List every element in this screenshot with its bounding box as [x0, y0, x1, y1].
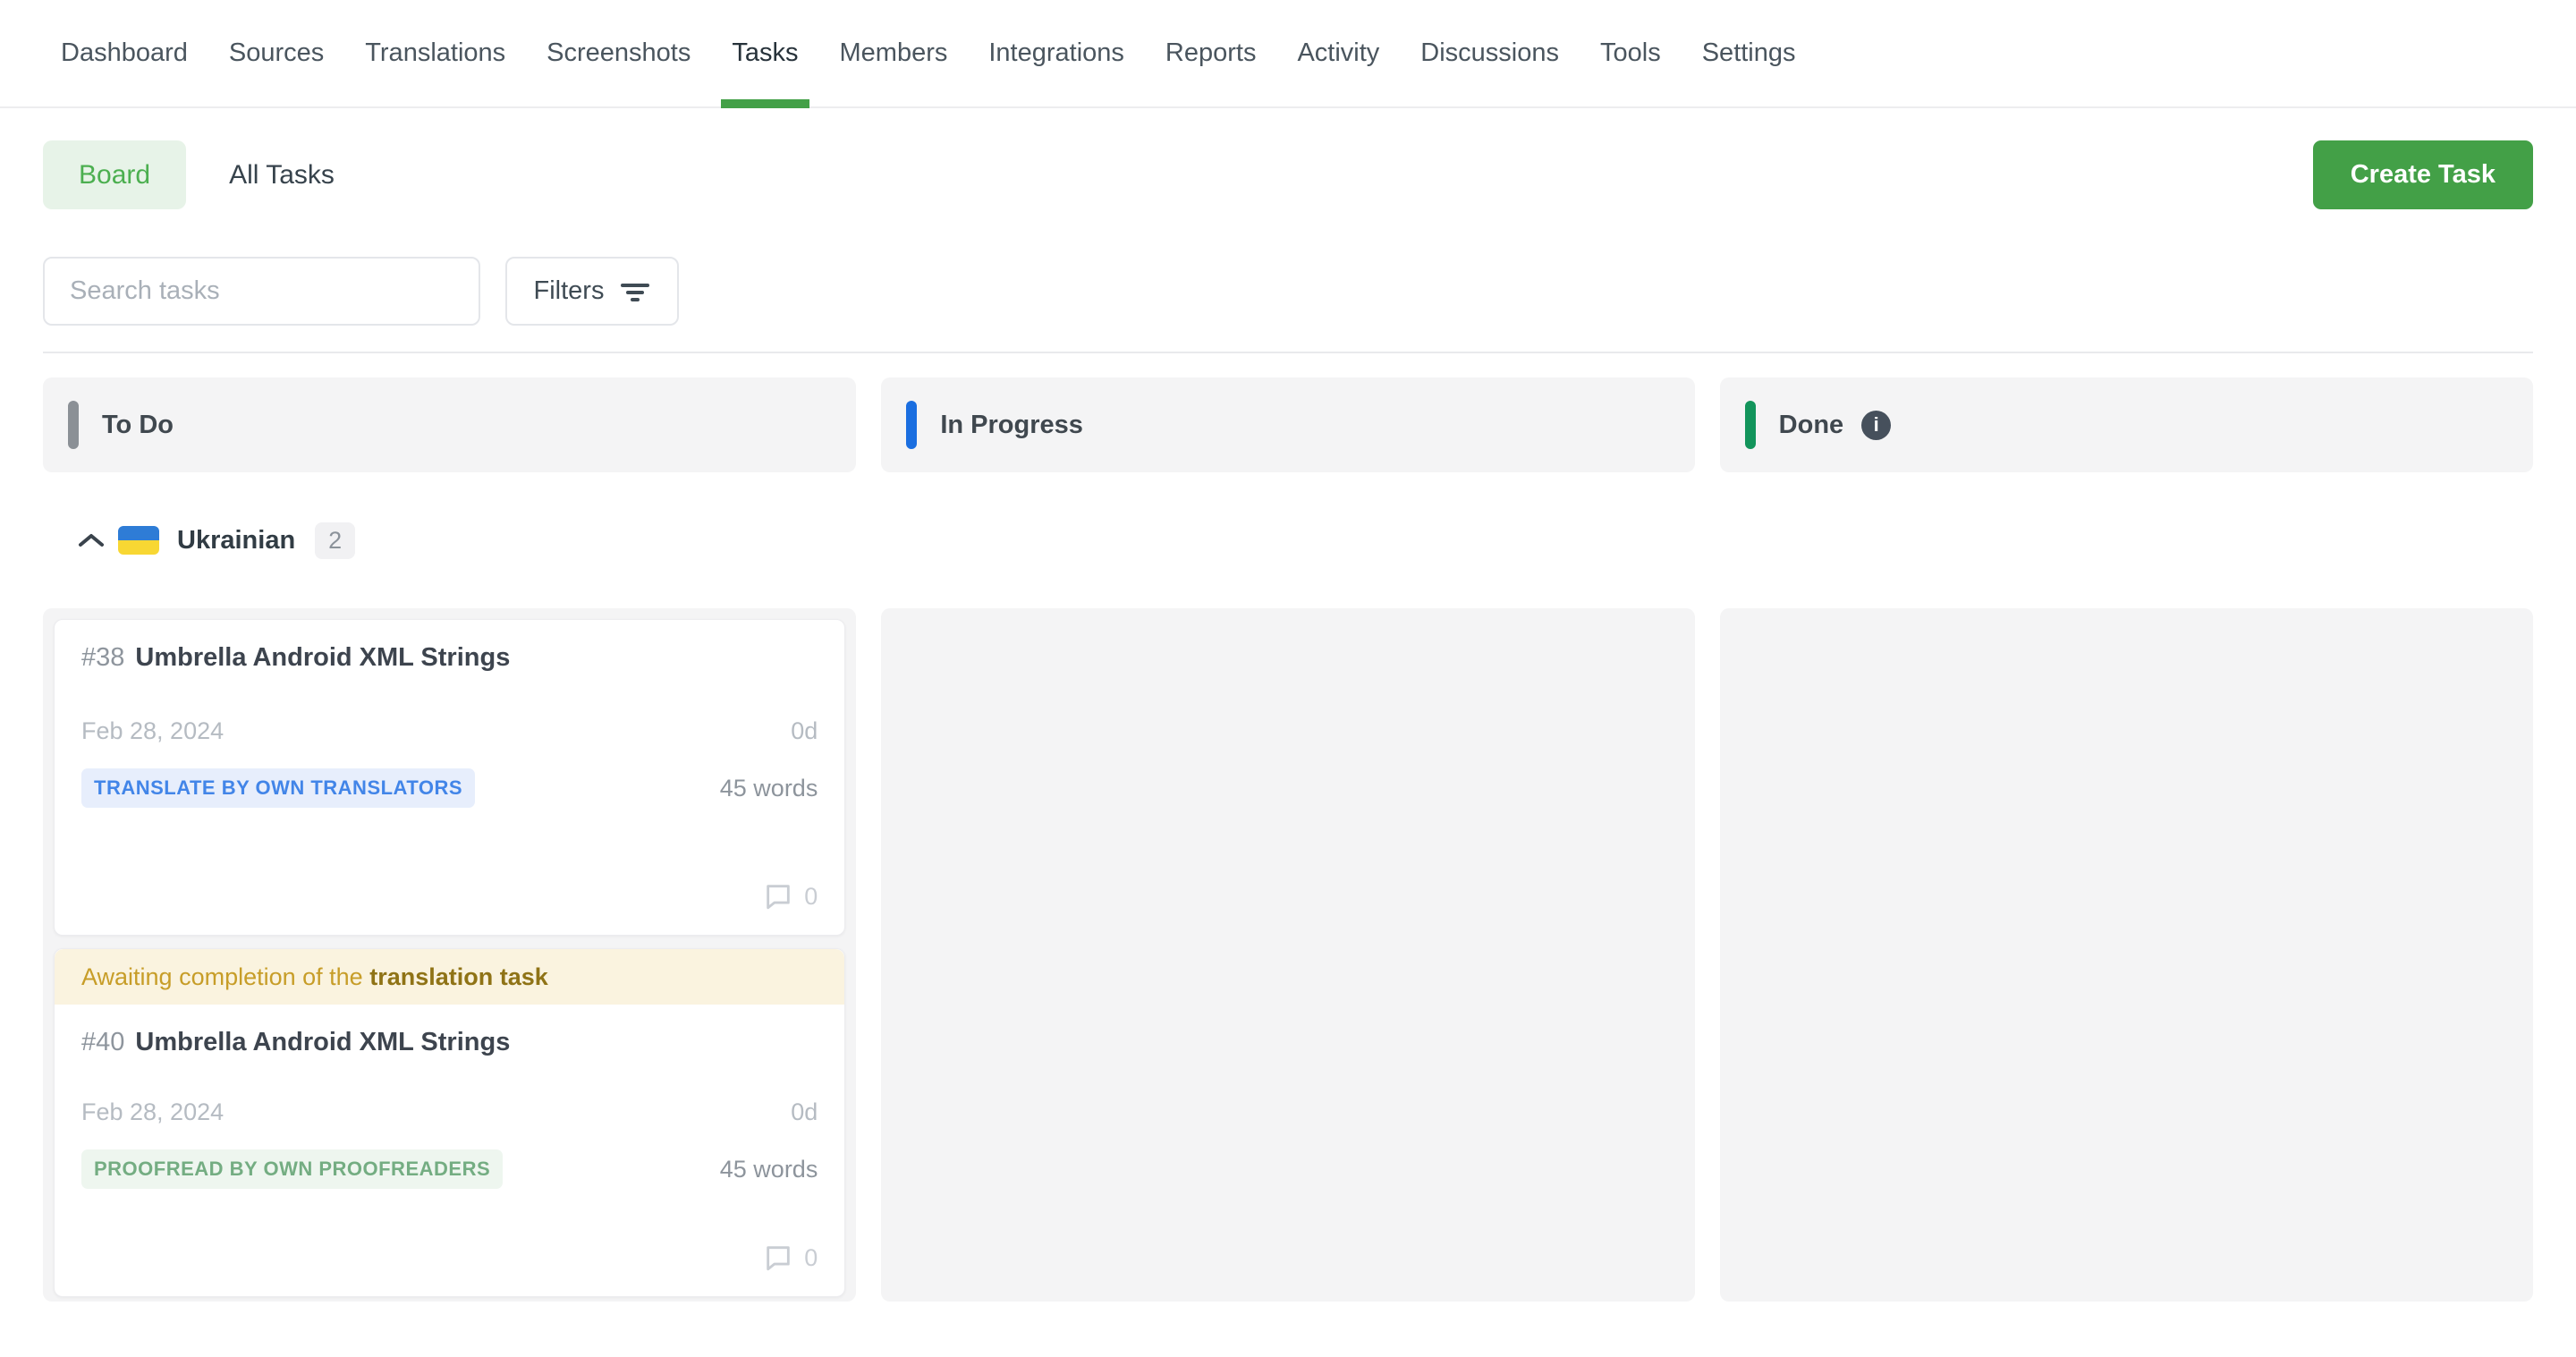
search-input[interactable] — [43, 257, 480, 326]
banner-task-link[interactable]: translation task — [369, 963, 548, 991]
task-card-38[interactable]: #38 Umbrella Android XML Strings Feb 28,… — [54, 619, 845, 936]
word-count: 45 words — [720, 775, 818, 802]
task-card-40[interactable]: Awaiting completion of the translation t… — [54, 948, 845, 1297]
todo-accent-pill — [68, 401, 79, 449]
workflow-badge: TRANSLATE BY OWN TRANSLATORS — [81, 768, 475, 808]
word-count: 45 words — [720, 1156, 818, 1183]
tab-sources[interactable]: Sources — [229, 0, 324, 106]
filters-button[interactable]: Filters — [505, 257, 679, 326]
column-label-todo: To Do — [102, 411, 174, 440]
column-header-in-progress: In Progress — [881, 377, 1694, 472]
column-header-todo: To Do — [43, 377, 856, 472]
comment-icon[interactable] — [763, 881, 793, 912]
done-panel — [1720, 608, 2533, 1302]
board-view-toggle[interactable]: Board — [43, 140, 186, 209]
tab-integrations[interactable]: Integrations — [988, 0, 1124, 106]
tab-dashboard[interactable]: Dashboard — [61, 0, 188, 106]
column-header-done: Done i — [1720, 377, 2533, 472]
language-group-label: Ukrainian — [177, 526, 295, 556]
tab-discussions[interactable]: Discussions — [1420, 0, 1559, 106]
task-id: #38 — [81, 643, 124, 673]
task-count-badge: 2 — [315, 522, 355, 559]
search-row: Filters — [43, 257, 2533, 326]
workflow-badge: PROOFREAD BY OWN PROOFREADERS — [81, 1149, 503, 1189]
create-task-button[interactable]: Create Task — [2313, 140, 2533, 209]
collapse-chevron-icon[interactable] — [77, 531, 106, 549]
tasks-toolbar: Board All Tasks Create Task — [43, 140, 2533, 209]
filter-icon — [620, 278, 650, 305]
task-id: #40 — [81, 1028, 124, 1057]
comment-icon[interactable] — [763, 1243, 793, 1273]
comment-count: 0 — [804, 1244, 818, 1272]
all-tasks-link[interactable]: All Tasks — [229, 160, 335, 191]
tab-translations[interactable]: Translations — [365, 0, 505, 106]
project-nav: Dashboard Sources Translations Screensho… — [0, 0, 2576, 108]
column-label-in-progress: In Progress — [940, 411, 1083, 440]
tab-settings[interactable]: Settings — [1702, 0, 1796, 106]
comment-count: 0 — [804, 883, 818, 911]
task-title[interactable]: Umbrella Android XML Strings — [135, 1028, 510, 1057]
info-icon[interactable]: i — [1861, 411, 1891, 440]
task-duration: 0d — [791, 717, 818, 745]
language-group-row: Ukrainian 2 — [43, 515, 2533, 565]
tab-activity[interactable]: Activity — [1297, 0, 1379, 106]
done-accent-pill — [1745, 401, 1756, 449]
board-panels: #38 Umbrella Android XML Strings Feb 28,… — [43, 608, 2533, 1302]
todo-panel: #38 Umbrella Android XML Strings Feb 28,… — [43, 608, 856, 1302]
in-progress-accent-pill — [906, 401, 917, 449]
tab-tasks[interactable]: Tasks — [732, 0, 798, 106]
filters-label: Filters — [534, 276, 605, 306]
tab-reports[interactable]: Reports — [1165, 0, 1257, 106]
in-progress-panel — [881, 608, 1694, 1302]
task-duration: 0d — [791, 1098, 818, 1126]
tab-tools[interactable]: Tools — [1600, 0, 1661, 106]
tab-screenshots[interactable]: Screenshots — [547, 0, 691, 106]
ukraine-flag-icon — [118, 526, 159, 555]
board-column-headers: To Do In Progress Done i — [43, 377, 2533, 472]
task-date: Feb 28, 2024 — [81, 717, 224, 745]
section-divider — [43, 352, 2533, 353]
column-label-done: Done — [1779, 411, 1844, 440]
awaiting-banner: Awaiting completion of the translation t… — [55, 949, 844, 1005]
banner-text: Awaiting completion of the — [81, 963, 369, 991]
task-title[interactable]: Umbrella Android XML Strings — [135, 643, 510, 673]
task-date: Feb 28, 2024 — [81, 1098, 224, 1126]
tab-members[interactable]: Members — [840, 0, 948, 106]
